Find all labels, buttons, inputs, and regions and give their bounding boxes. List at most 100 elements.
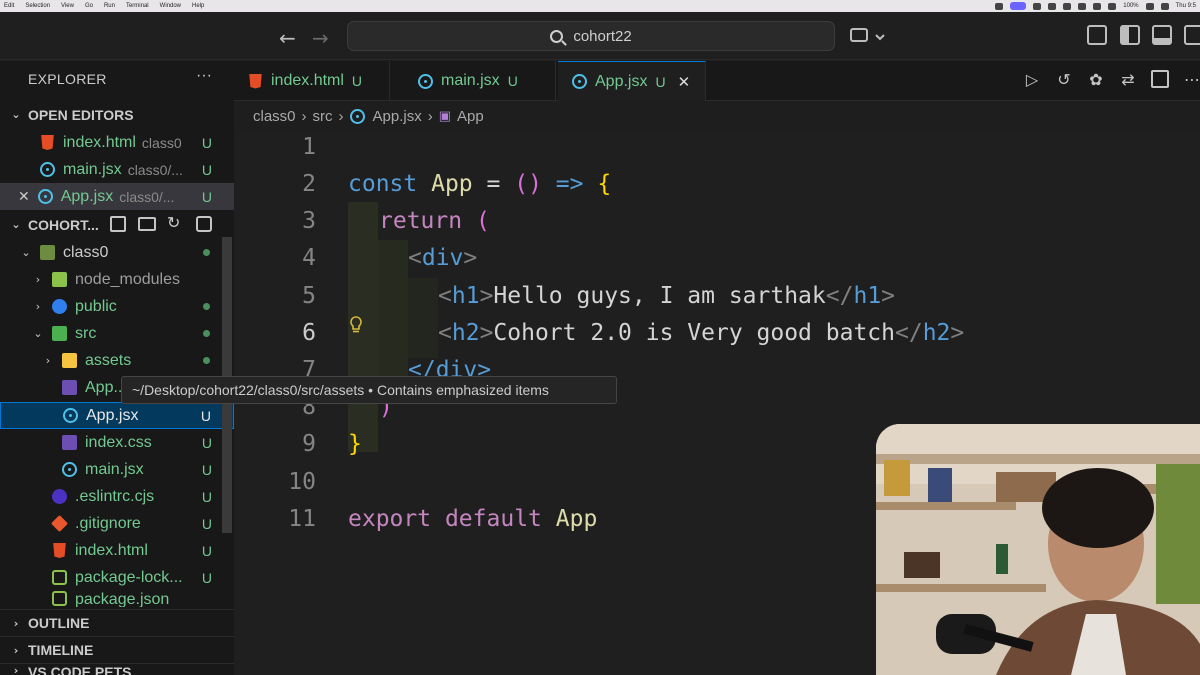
toggle-primary-sidebar-icon[interactable] [1120,25,1140,45]
chevron-down-icon: ⌄ [11,108,21,121]
copilot-icon[interactable] [850,27,886,47]
tree-folder-class0[interactable]: ⌄ class0 [0,239,234,266]
tree-item-label: main.jsx [85,460,144,478]
menu-view[interactable]: View [61,3,74,9]
git-modified-dot [203,330,210,337]
menu-edit[interactable]: Edit [4,3,14,9]
new-file-icon[interactable] [110,216,126,232]
refresh-icon[interactable]: ↻ [167,213,180,232]
tab-index-html[interactable]: index.html U [234,61,390,101]
project-header[interactable]: ⌄ COHORT... ↻ [0,211,234,238]
vscode-pets-label: VS CODE PETS [28,664,132,675]
tree-file-package-json[interactable]: package.json [0,591,234,607]
menu-terminal[interactable]: Terminal [126,3,149,9]
git-status-badge: U [201,161,212,178]
open-editor-path: class0/... [119,188,175,205]
breadcrumb: class0 › src › App.jsx › ▣ App [253,104,484,128]
tree-file-app-jsx[interactable]: App.jsx U [0,402,234,429]
tooltip-text: ~/Desktop/cohort22/class0/src/assets • C… [132,382,549,398]
more-actions-icon[interactable]: ⋯ [1183,70,1200,89]
tree-folder-node-modules[interactable]: › node_modules [0,266,234,293]
control-center-icon[interactable] [1160,2,1169,10]
tree-file-main-jsx[interactable]: main.jsx U [0,456,234,483]
open-editor-item[interactable]: index.html class0 U [0,129,234,156]
breadcrumb-item[interactable]: class0 [253,108,296,125]
screen-record-icon[interactable] [1010,2,1027,10]
menubar-status-area: 100% Thu 9:5 [995,0,1196,12]
breadcrumb-item[interactable]: App [457,108,484,125]
git-status-badge: U [201,134,212,151]
folder-icon [62,353,77,368]
chevron-right-icon: › [13,616,19,630]
command-center-search[interactable]: cohort22 [347,21,835,51]
status-icon[interactable] [1078,2,1087,10]
webcam-video-image [876,424,1200,675]
status-icon[interactable] [1063,2,1072,10]
angle-bracket: > [463,245,478,271]
tree-folder-assets[interactable]: › assets [0,347,234,374]
menu-run[interactable]: Run [104,3,115,9]
timeline-header[interactable]: › TIMELINE [0,636,234,663]
tree-file-gitignore[interactable]: .gitignore U [0,510,234,537]
lightbulb-icon[interactable] [348,316,364,334]
open-editor-name: index.html [63,133,136,151]
tree-item-label: public [75,297,117,315]
open-editor-item-active[interactable]: ✕ App.jsx class0/... U [0,183,234,210]
status-icon[interactable] [1048,2,1057,10]
tree-file-eslintrc[interactable]: .eslintrc.cjs U [0,483,234,510]
tab-main-jsx[interactable]: main.jsx U [404,61,556,101]
code-line-11: export default App [348,506,597,532]
arrow-right-icon[interactable]: → [312,26,329,50]
chevron-right-icon: › [13,643,19,657]
collapse-all-icon[interactable] [196,216,212,232]
tree-item-label: index.html [75,541,148,559]
new-folder-icon[interactable] [138,217,156,231]
tree-item-label: src [75,324,97,342]
chevron-right-icon: › [35,300,41,313]
menu-window[interactable]: Window [160,3,181,9]
open-editor-name: App.jsx [60,187,114,205]
bluetooth-icon[interactable] [1093,2,1102,10]
volume-icon[interactable] [1108,2,1117,10]
react-icon [62,462,77,477]
operator: = [486,171,501,197]
history-icon[interactable]: ↺ [1055,70,1073,89]
tree-item-label: .gitignore [75,514,141,532]
menu-go[interactable]: Go [85,3,93,9]
git-status-badge: U [201,434,212,451]
tab-app-jsx[interactable]: App.jsx U ✕ [558,61,706,101]
breadcrumb-item[interactable]: App.jsx [373,108,422,125]
path-tooltip: ~/Desktop/cohort22/class0/src/assets • C… [121,376,617,404]
vscode-pets-header[interactable]: › VS CODE PETS [0,663,234,675]
split-editor-icon[interactable] [1151,70,1169,88]
run-icon[interactable]: ▷ [1023,70,1041,89]
close-icon[interactable]: ✕ [18,189,30,205]
close-icon[interactable]: ✕ [678,73,691,91]
tree-file-index-css[interactable]: index.css U [0,429,234,456]
toggle-panel-icon[interactable] [1152,25,1172,45]
breadcrumb-item[interactable]: src [313,108,333,125]
tree-file-index-html[interactable]: index.html U [0,537,234,564]
more-actions-icon[interactable]: ··· [196,67,212,85]
status-icon[interactable] [1033,2,1042,10]
layout-grid-icon[interactable] [1087,25,1107,45]
open-editor-item[interactable]: main.jsx class0/... U [0,156,234,183]
chatgpt-icon[interactable]: ✿ [1087,70,1105,89]
menu-help[interactable]: Help [192,3,204,9]
git-modified-dot [203,303,210,310]
chevron-down-icon: ⌄ [21,246,31,259]
compare-changes-icon[interactable]: ⇄ [1119,70,1137,89]
menu-selection[interactable]: Selection [25,3,50,9]
status-icon[interactable] [995,2,1004,10]
tree-file-package-lock[interactable]: package-lock... U [0,564,234,591]
tree-folder-public[interactable]: › public [0,293,234,320]
git-status-badge: U [201,461,212,478]
open-editors-header[interactable]: ⌄ OPEN EDITORS [0,101,234,128]
outline-header[interactable]: › OUTLINE [0,609,234,636]
code-line-6: <h2>Cohort 2.0 is Very good batch</h2> [438,320,965,346]
line-number: 1 [302,134,316,160]
tree-folder-src[interactable]: ⌄ src [0,320,234,347]
toggle-secondary-sidebar-icon[interactable] [1184,25,1200,45]
arrow-left-icon[interactable]: ← [279,26,296,50]
wifi-icon[interactable] [1145,2,1154,10]
